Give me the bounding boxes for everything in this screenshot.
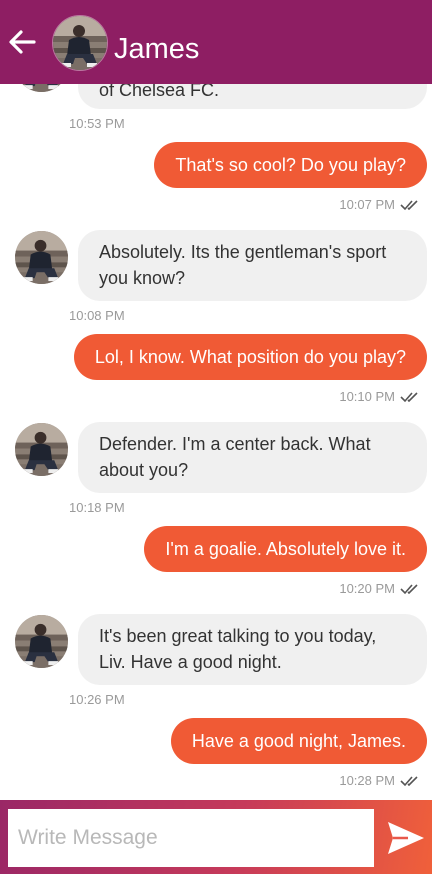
- arrow-left-icon: [9, 30, 36, 54]
- back-button[interactable]: [4, 24, 40, 60]
- message-time: 10:08 PM: [69, 308, 125, 323]
- message-time: 10:10 PM: [339, 389, 395, 404]
- outgoing-message: I'm a goalie. Absolutely love it.: [144, 526, 427, 572]
- incoming-message: Defender. I'm a center back. What about …: [78, 422, 427, 493]
- outgoing-message: That's so cool? Do you play?: [154, 142, 427, 188]
- contact-avatar-small: [15, 615, 68, 668]
- double-check-icon: [400, 584, 418, 595]
- double-check-icon: [400, 200, 418, 211]
- message-time: 10:20 PM: [339, 581, 395, 596]
- contact-name[interactable]: James: [114, 30, 199, 68]
- incoming-message: Absolutely. Its the gentleman's sport yo…: [78, 230, 427, 301]
- message-input[interactable]: [8, 809, 374, 867]
- send-icon: [388, 822, 424, 854]
- message-list[interactable]: of Chelsea FC. 10:53 PM That's so cool? …: [0, 84, 432, 800]
- message-composer: [0, 800, 432, 874]
- outgoing-message: Have a good night, James.: [170, 718, 427, 764]
- message-time: 10:28 PM: [339, 773, 395, 788]
- double-check-icon: [400, 776, 418, 787]
- message-time: 10:18 PM: [69, 500, 125, 515]
- contact-avatar-small: [15, 84, 68, 92]
- send-button[interactable]: [384, 818, 428, 858]
- message-time: 10:26 PM: [69, 692, 125, 707]
- double-check-icon: [400, 392, 418, 403]
- incoming-message: It's been great talking to you today, Li…: [78, 614, 427, 685]
- incoming-message: of Chelsea FC.: [78, 84, 427, 109]
- message-time: 10:07 PM: [339, 197, 395, 212]
- contact-avatar-small: [15, 423, 68, 476]
- outgoing-message: Lol, I know. What position do you play?: [73, 334, 427, 380]
- chat-header: James: [0, 0, 432, 84]
- contact-avatar[interactable]: [52, 15, 108, 71]
- contact-avatar-small: [15, 231, 68, 284]
- message-time: 10:53 PM: [69, 116, 125, 131]
